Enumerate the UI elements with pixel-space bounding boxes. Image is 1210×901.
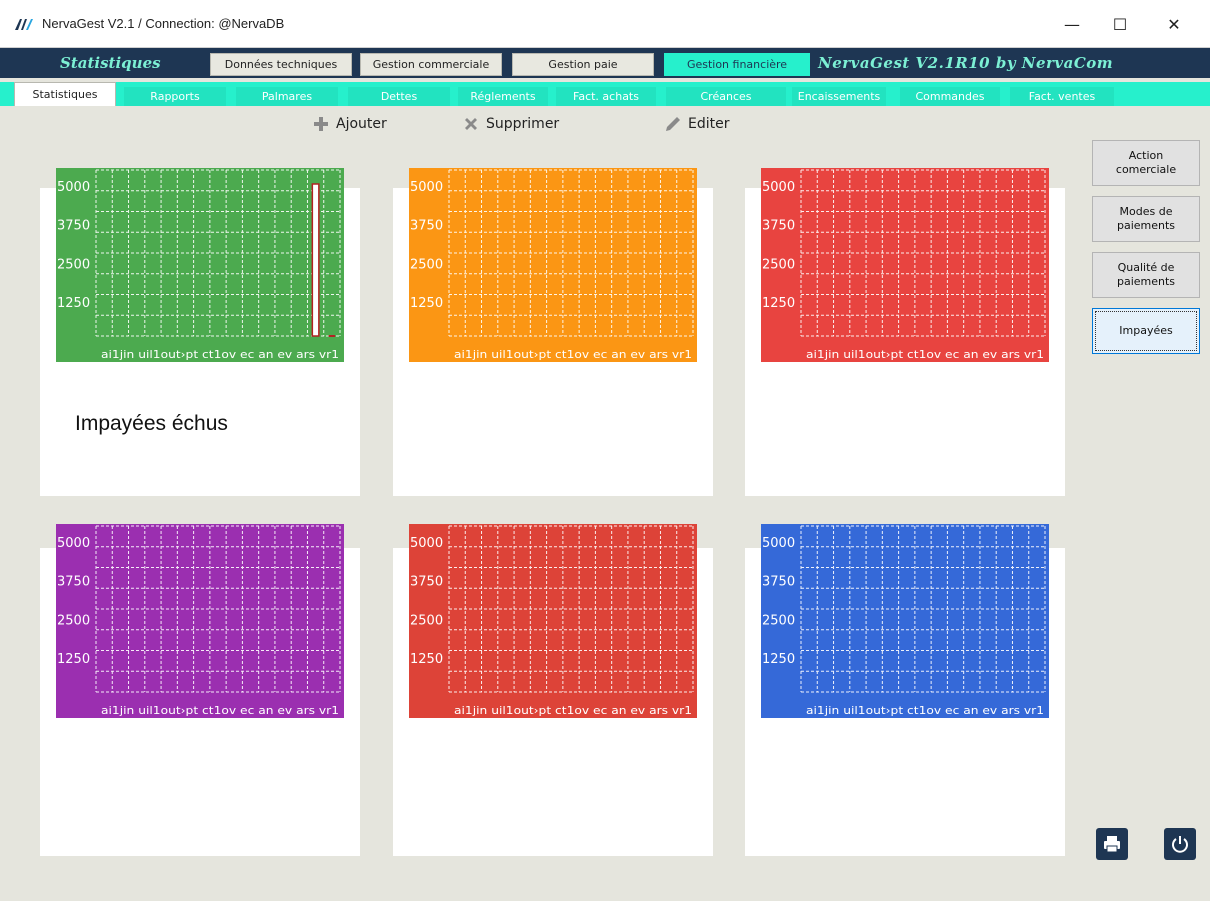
- plus-icon: [314, 117, 328, 131]
- section-title: Statistiques: [60, 54, 161, 72]
- power-icon: [1172, 836, 1188, 853]
- y-tick-label: 2500: [410, 613, 443, 628]
- x-tick-labels: ai1jin uil1out›pt ct1ov ec an ev ars vr1: [806, 704, 1044, 717]
- subtab-fact-achats[interactable]: Fact. achats: [556, 87, 656, 106]
- y-tick-label: 5000: [762, 180, 795, 195]
- subtab-rapports[interactable]: Rapports: [124, 87, 226, 106]
- add-button[interactable]: Ajouter: [312, 114, 387, 134]
- pencil-icon: [666, 117, 680, 131]
- chart-1: 5000 3750 2500 1250 ai1jin uil1out›pt ct1ov …: [56, 168, 344, 362]
- impayees-button[interactable]: Impayées: [1092, 308, 1200, 354]
- y-tick-label: 2500: [57, 613, 90, 628]
- y-tick-label: 5000: [410, 536, 443, 551]
- x-tick-labels: ai1jin uil1out›pt ct1ov ec an ev ars vr1: [806, 348, 1044, 361]
- y-tick-label: 2500: [762, 257, 795, 272]
- edit-label: Editer: [688, 116, 730, 132]
- subtab-creances[interactable]: Créances: [666, 87, 786, 106]
- action-comerciale-button[interactable]: Action comerciale: [1092, 140, 1200, 186]
- delete-label: Supprimer: [486, 116, 560, 132]
- chart-svg: 5000 3750 2500 1250 ai1jin uil1out›pt ct1ov …: [761, 168, 1049, 362]
- chart-svg: 5000 3750 2500 1250 ai1jin uil1out›pt ct1ov …: [56, 524, 344, 718]
- add-label: Ajouter: [336, 116, 387, 132]
- chart-svg: 5000 3750 2500 1250 ai1jin uil1out›pt ct1ov …: [56, 168, 344, 362]
- chart-2: 5000 3750 2500 1250 ai1jin uil1out›pt ct1ov …: [409, 168, 697, 362]
- chart-svg: 5000 3750 2500 1250 ai1jin uil1out›pt ct1ov …: [761, 524, 1049, 718]
- y-tick-label: 3750: [410, 219, 443, 234]
- y-tick-label: 2500: [410, 257, 443, 272]
- window-title: NervaGest V2.1 / Connection: @NervaDB: [42, 16, 285, 31]
- qualite-de-paiements-button[interactable]: Qualité de paiements: [1092, 252, 1200, 298]
- app-logo-icon: [15, 19, 33, 30]
- y-tick-label: 3750: [762, 219, 795, 234]
- minimize-button[interactable]: —: [1050, 8, 1094, 40]
- y-tick-label: 5000: [762, 536, 795, 551]
- chart-4: 5000 3750 2500 1250 ai1jin uil1out›pt ct1ov …: [56, 524, 344, 718]
- x-tick-labels: ai1jin uil1out›pt ct1ov ec an ev ars vr1: [454, 704, 692, 717]
- app-header: Statistiques Données techniques Gestion …: [0, 48, 1210, 78]
- y-tick-label: 1250: [57, 652, 90, 667]
- y-tick-label: 1250: [762, 652, 795, 667]
- tab-gestion-commerciale[interactable]: Gestion commerciale: [360, 53, 502, 76]
- power-button[interactable]: [1164, 828, 1196, 860]
- subtab-commandes[interactable]: Commandes: [900, 87, 1000, 106]
- y-tick-label: 1250: [57, 296, 90, 311]
- y-tick-label: 5000: [410, 180, 443, 195]
- y-tick-label: 3750: [410, 575, 443, 590]
- y-tick-label: 5000: [57, 536, 90, 551]
- subtab-dettes[interactable]: Dettes: [348, 87, 450, 106]
- tab-gestion-financiere[interactable]: Gestion financière: [664, 53, 810, 76]
- modes-de-paiements-button[interactable]: Modes de paiements: [1092, 196, 1200, 242]
- y-tick-label: 3750: [762, 575, 795, 590]
- y-tick-label: 1250: [410, 296, 443, 311]
- app-brand: NervaGest V2.1R10 by NervaCom: [818, 54, 1114, 72]
- subtab-fact-ventes[interactable]: Fact. ventes: [1010, 87, 1114, 106]
- chart-6: 5000 3750 2500 1250 ai1jin uil1out›pt ct1ov …: [761, 524, 1049, 718]
- delete-button[interactable]: Supprimer: [462, 114, 559, 134]
- chart-svg: 5000 3750 2500 1250 ai1jin uil1out›pt ct1ov …: [409, 524, 697, 718]
- delete-icon: [465, 118, 477, 130]
- chart-5: 5000 3750 2500 1250 ai1jin uil1out›pt ct1ov …: [409, 524, 697, 718]
- y-tick-label: 3750: [57, 219, 90, 234]
- chart-3: 5000 3750 2500 1250 ai1jin uil1out›pt ct1ov …: [761, 168, 1049, 362]
- print-button[interactable]: [1096, 828, 1128, 860]
- y-tick-label: 3750: [57, 575, 90, 590]
- x-tick-labels: ai1jin uil1out›pt ct1ov ec an ev ars vr1: [101, 348, 339, 361]
- close-button[interactable]: ✕: [1152, 8, 1196, 40]
- y-tick-label: 2500: [57, 257, 90, 272]
- subtab-reglements[interactable]: Réglements: [458, 87, 548, 106]
- printer-icon: [1104, 836, 1120, 853]
- subtab-statistiques[interactable]: Statistiques: [14, 82, 116, 106]
- chart-svg: 5000 3750 2500 1250 ai1jin uil1out›pt ct1ov …: [409, 168, 697, 362]
- subtab-encaissements[interactable]: Encaissements: [792, 87, 886, 106]
- x-tick-labels: ai1jin uil1out›pt ct1ov ec an ev ars vr1: [454, 348, 692, 361]
- title-bar: NervaGest V2.1 / Connection: @NervaDB — …: [0, 0, 1210, 48]
- y-tick-label: 5000: [57, 180, 90, 195]
- subtab-palmares[interactable]: Palmares: [236, 87, 338, 106]
- subtab-bar: Statistiques Rapports Palmares Dettes Ré…: [0, 78, 1210, 106]
- x-tick-labels: ai1jin uil1out›pt ct1ov ec an ev ars vr1: [101, 704, 339, 717]
- y-tick-label: 1250: [762, 296, 795, 311]
- y-tick-label: 2500: [762, 613, 795, 628]
- tab-donnees-techniques[interactable]: Données techniques: [210, 53, 352, 76]
- y-tick-label: 1250: [410, 652, 443, 667]
- chart-bar: [328, 335, 336, 337]
- tab-gestion-paie[interactable]: Gestion paie: [512, 53, 654, 76]
- card-caption: Impayées échus: [75, 412, 228, 435]
- maximize-button[interactable]: ☐: [1098, 8, 1142, 40]
- chart-bar: [311, 183, 320, 337]
- edit-button[interactable]: Editer: [664, 114, 729, 134]
